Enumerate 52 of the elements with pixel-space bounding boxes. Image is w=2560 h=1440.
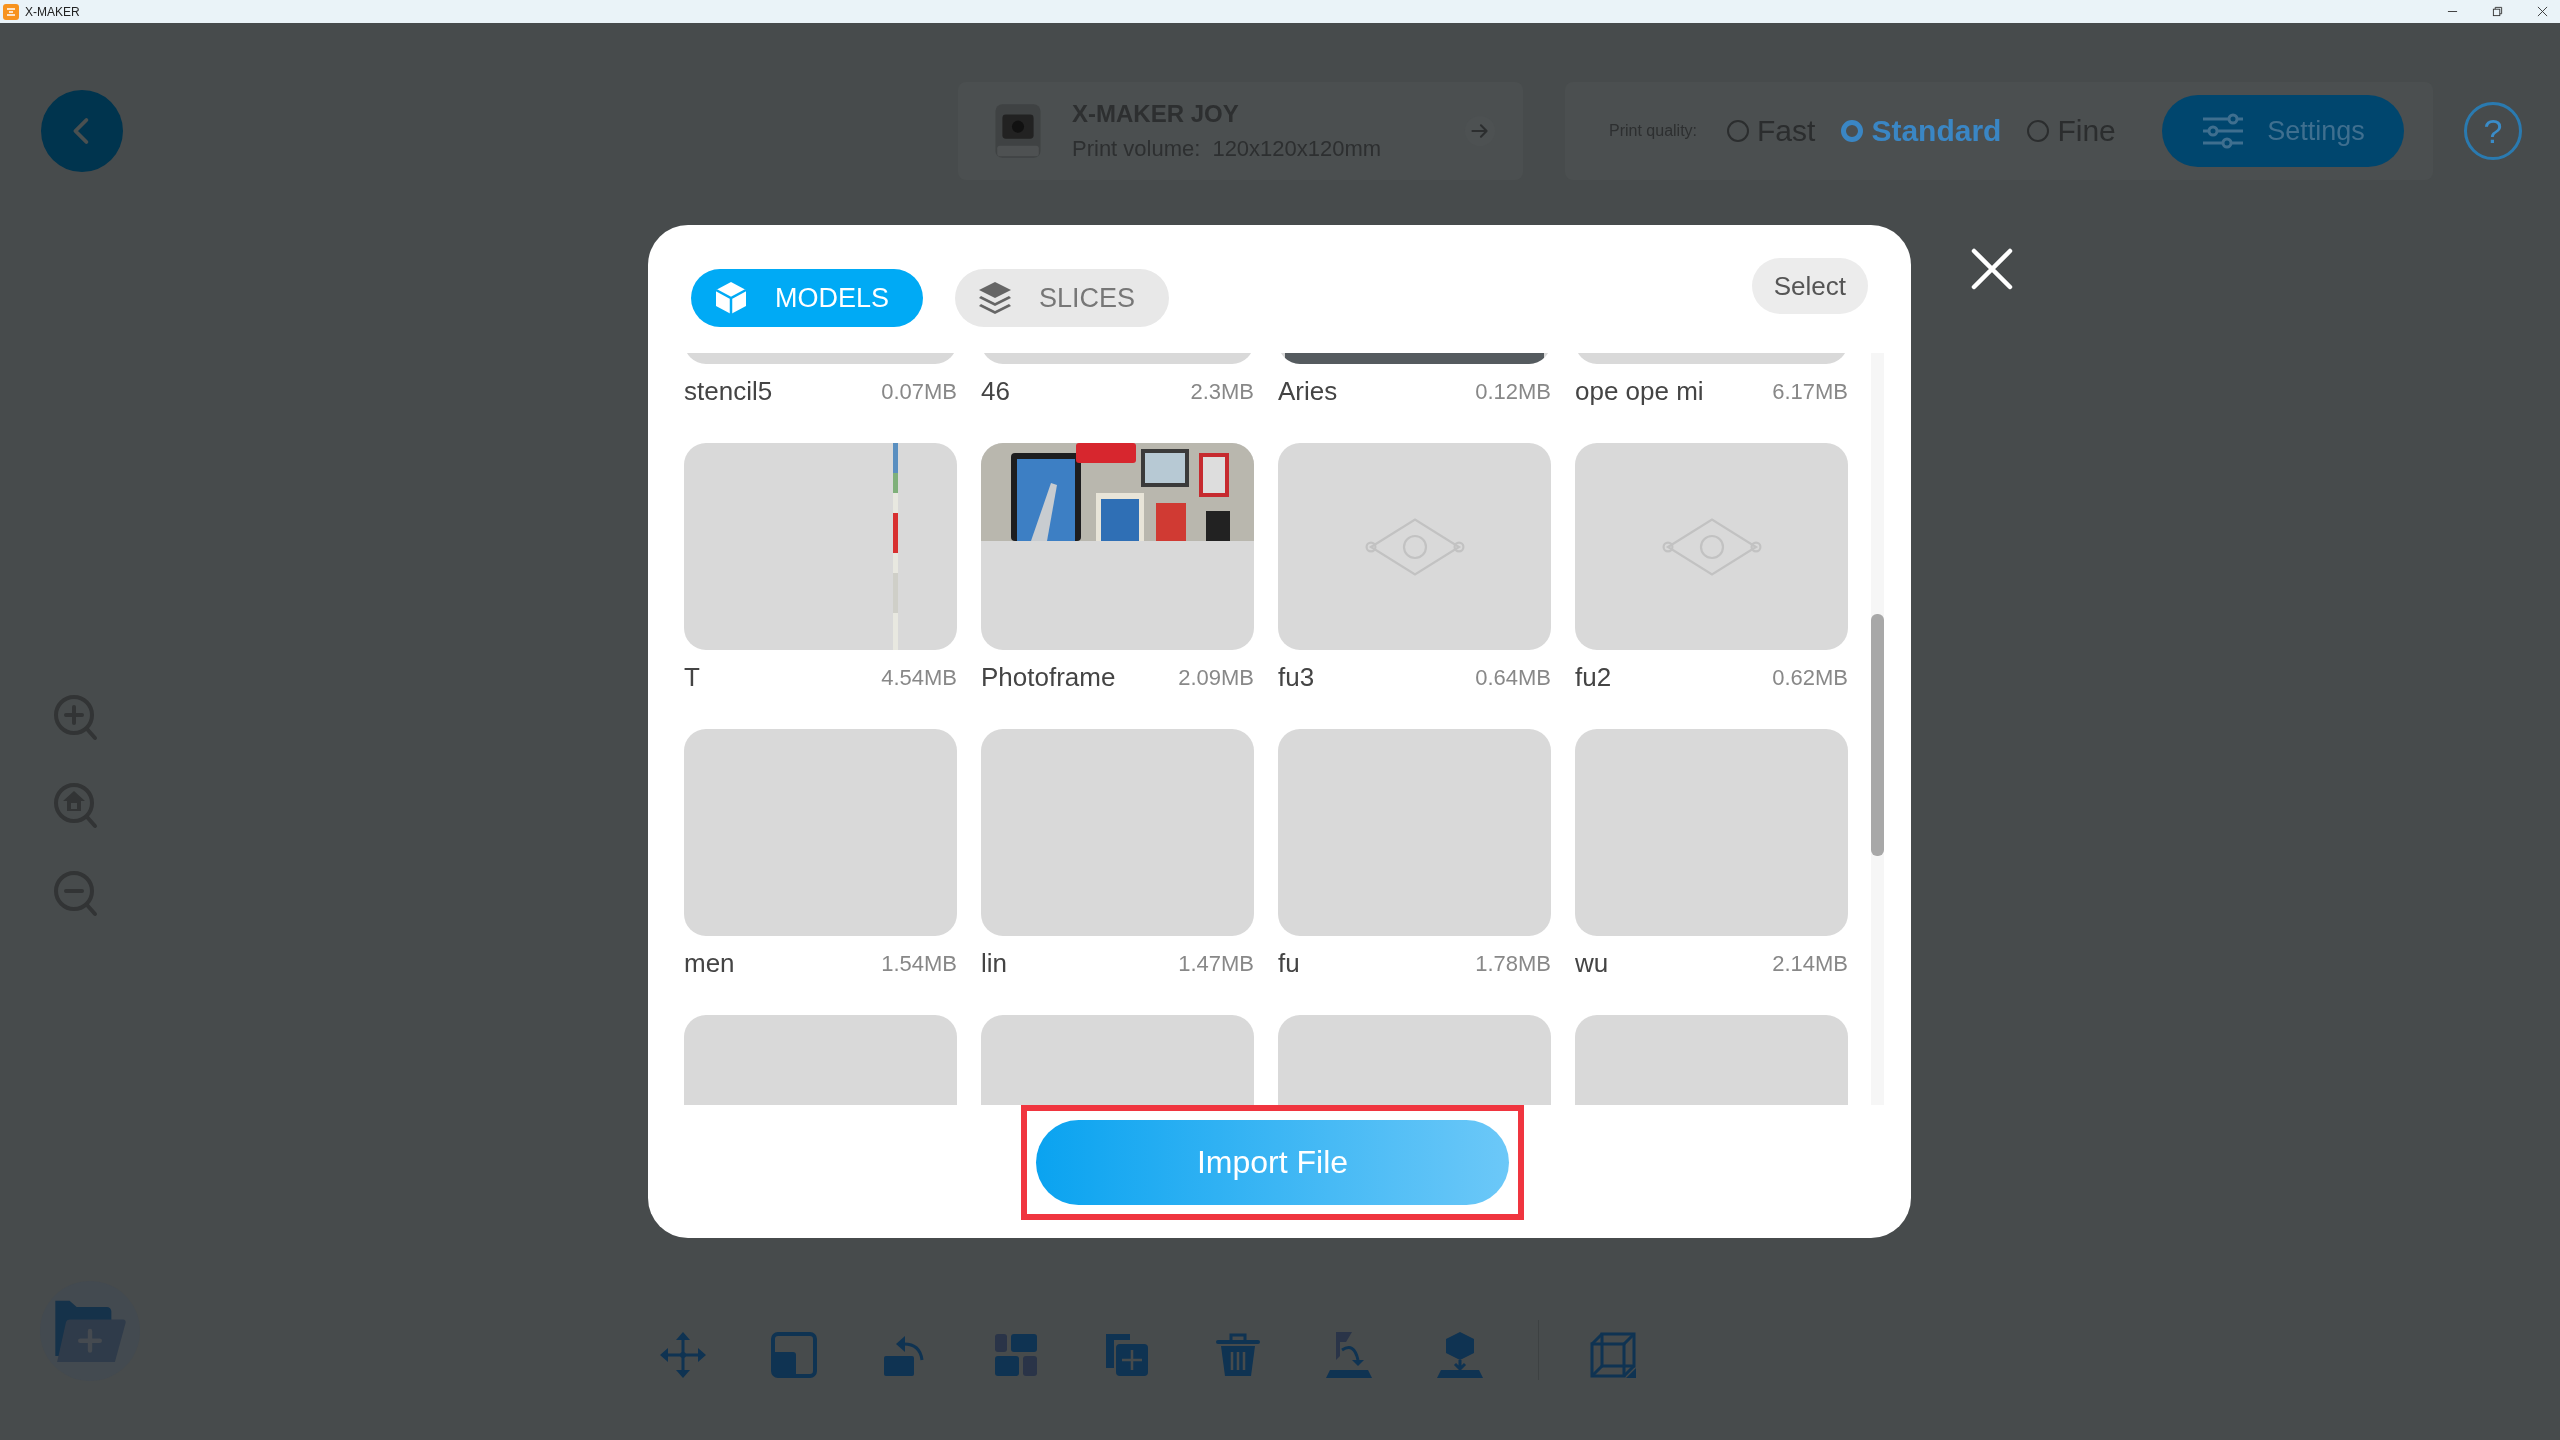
sliders-icon	[2201, 113, 2246, 149]
wireframe-cube-icon[interactable]	[1588, 1330, 1638, 1380]
select-button[interactable]: Select	[1751, 258, 1868, 314]
file-size: 2.14MB	[1772, 950, 1848, 977]
file-size: 0.12MB	[1475, 378, 1551, 405]
move-icon[interactable]	[658, 1330, 708, 1380]
model-thumbnail[interactable]	[981, 729, 1254, 936]
lay-flat-icon[interactable]	[1435, 1330, 1485, 1380]
model-name: Photoframe	[981, 662, 1116, 693]
window-title: X-MAKER	[25, 4, 80, 19]
close-icon[interactable]	[2537, 6, 2548, 17]
model-thumbnail[interactable]	[1278, 729, 1551, 936]
quality-radio[interactable]: Standard	[1841, 114, 2002, 148]
layers-icon	[977, 280, 1014, 316]
file-size: 0.07MB	[881, 378, 957, 405]
dialog-tab[interactable]: MODELS	[691, 269, 924, 327]
settings-button[interactable]: Settings	[2162, 95, 2404, 167]
model-name: Aries	[1278, 376, 1338, 407]
dialog-tab[interactable]: SLICES	[955, 269, 1170, 327]
model-thumbnail[interactable]	[1278, 443, 1551, 650]
model-name: fu	[1278, 948, 1300, 979]
model-thumbnail[interactable]	[1575, 729, 1848, 936]
cube-icon	[713, 280, 749, 316]
model-thumbnail[interactable]	[981, 443, 1254, 650]
model-name: fu3	[1278, 662, 1315, 693]
model-name: T	[684, 662, 700, 693]
model-thumbnail[interactable]	[684, 729, 957, 936]
model-name: fu2	[1575, 662, 1612, 693]
file-size: 0.62MB	[1772, 664, 1848, 691]
model-thumbnail[interactable]	[684, 443, 957, 650]
scale-icon[interactable]	[769, 1330, 819, 1380]
file-size: 1.78MB	[1475, 950, 1551, 977]
model-name: men	[684, 948, 735, 979]
help-button[interactable]: ?	[2464, 102, 2522, 160]
model-name: lin	[981, 948, 1007, 979]
model-name: 46	[981, 376, 1010, 407]
file-size: 2.09MB	[1178, 664, 1254, 691]
file-size: 0.64MB	[1475, 664, 1551, 691]
file-size: 1.47MB	[1178, 950, 1254, 977]
app-logo-icon	[3, 3, 19, 20]
file-size: 2.3MB	[1190, 378, 1254, 405]
file-size: 6.17MB	[1772, 378, 1848, 405]
scrollbar-thumb[interactable]	[1871, 614, 1884, 856]
model-name: ope ope mi	[1575, 376, 1704, 407]
restore-icon[interactable]	[2492, 6, 2503, 17]
model-thumbnail[interactable]	[1575, 443, 1848, 650]
model-name: wu	[1575, 948, 1609, 979]
drop-to-bed-icon[interactable]	[1324, 1330, 1374, 1380]
file-size: 1.54MB	[881, 950, 957, 977]
model-name: stencil5	[684, 376, 773, 407]
import-file-button[interactable]: Import File	[1036, 1120, 1509, 1205]
file-size: 4.54MB	[881, 664, 957, 691]
